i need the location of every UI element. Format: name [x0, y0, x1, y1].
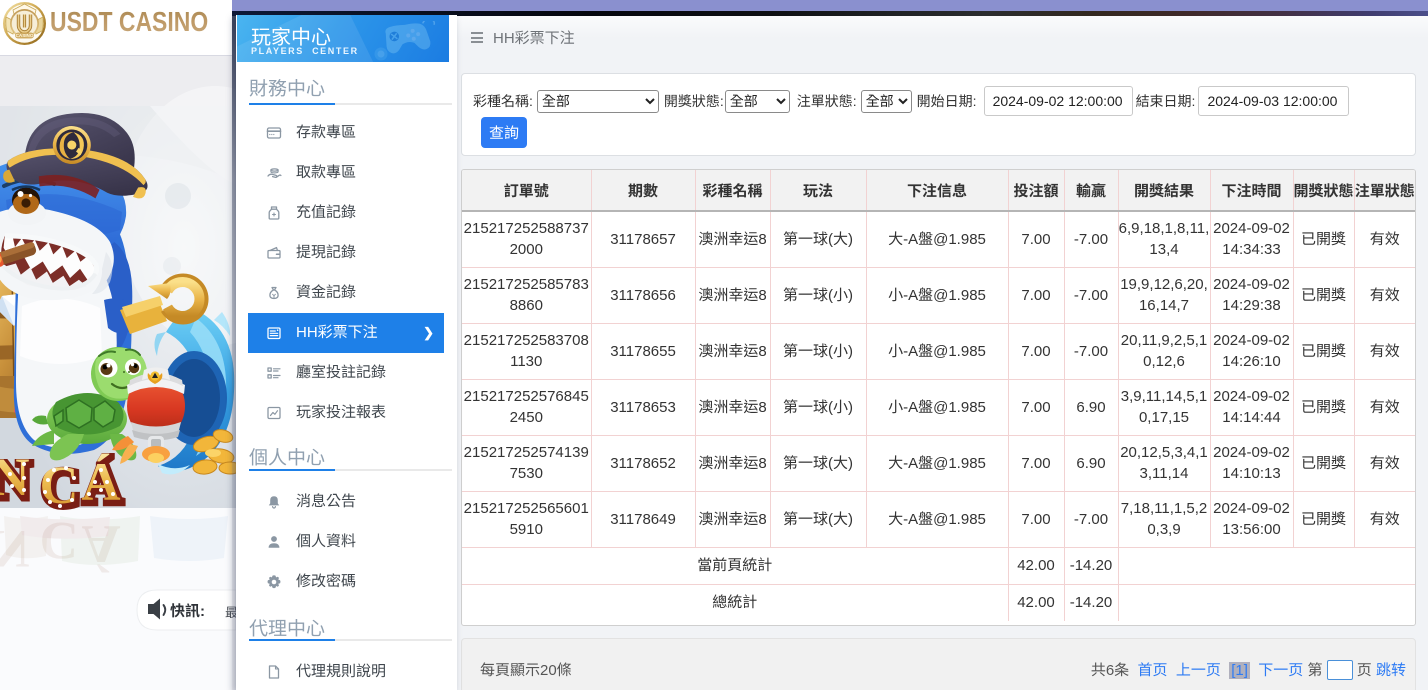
- svg-text:Á: Á: [82, 452, 121, 512]
- svg-text:快訊:: 快訊:: [170, 600, 205, 621]
- svg-text:CASINO: CASINO: [16, 33, 34, 38]
